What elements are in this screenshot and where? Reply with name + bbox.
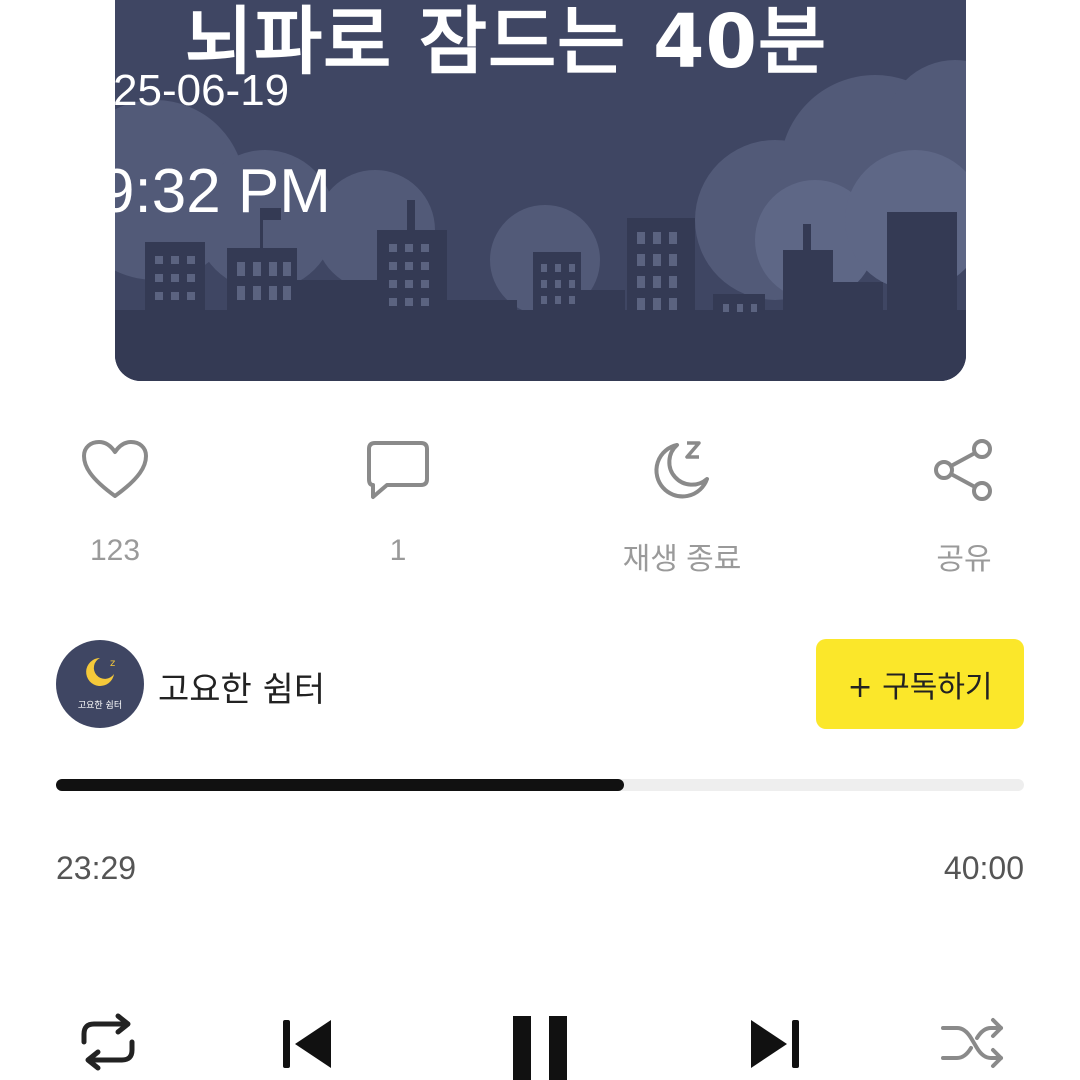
repeat-button[interactable] bbox=[72, 1004, 144, 1080]
progress-bar[interactable] bbox=[56, 779, 1024, 791]
total-time: 40:00 bbox=[943, 850, 1024, 886]
current-time: 23:29 bbox=[56, 850, 137, 886]
avatar-text: 고요한 쉼터 bbox=[77, 701, 123, 711]
pause-icon bbox=[513, 1016, 567, 1080]
channel-name[interactable]: 고요한 쉼터 bbox=[158, 662, 325, 711]
subscribe-button[interactable]: + 구독하기 bbox=[816, 639, 1024, 729]
comment-icon bbox=[328, 430, 468, 510]
like-count: 123 bbox=[89, 534, 141, 567]
pause-button[interactable] bbox=[500, 1000, 580, 1080]
shuffle-button[interactable] bbox=[936, 1008, 1010, 1080]
progress-bar-fill bbox=[56, 779, 625, 791]
svg-text:z: z bbox=[110, 658, 115, 669]
like-button[interactable]: 123 bbox=[45, 430, 185, 568]
heart-icon bbox=[45, 430, 185, 510]
moon-icon: z bbox=[86, 658, 115, 686]
repeat-icon bbox=[81, 1013, 135, 1071]
comment-count: 1 bbox=[389, 534, 407, 567]
next-button[interactable] bbox=[742, 1008, 812, 1080]
shuffle-icon bbox=[941, 1018, 1003, 1068]
share-label: 공유 bbox=[936, 543, 992, 576]
next-icon bbox=[751, 1020, 799, 1068]
channel-avatar[interactable]: z 고요한 쉼터 bbox=[56, 640, 144, 728]
previous-button[interactable] bbox=[270, 1008, 340, 1080]
overlay-date: 25-06-19 bbox=[113, 66, 290, 115]
sleep-timer-icon bbox=[612, 430, 752, 510]
comment-button[interactable]: 1 bbox=[328, 430, 468, 568]
overlay-time: 9:32 PM bbox=[100, 157, 331, 226]
previous-icon bbox=[283, 1020, 331, 1068]
sleep-timer-label: 재생 종료 bbox=[622, 543, 742, 576]
sleep-timer-button[interactable]: 재생 종료 bbox=[612, 430, 752, 578]
share-icon bbox=[894, 430, 1034, 510]
share-button[interactable]: 공유 bbox=[894, 430, 1034, 578]
